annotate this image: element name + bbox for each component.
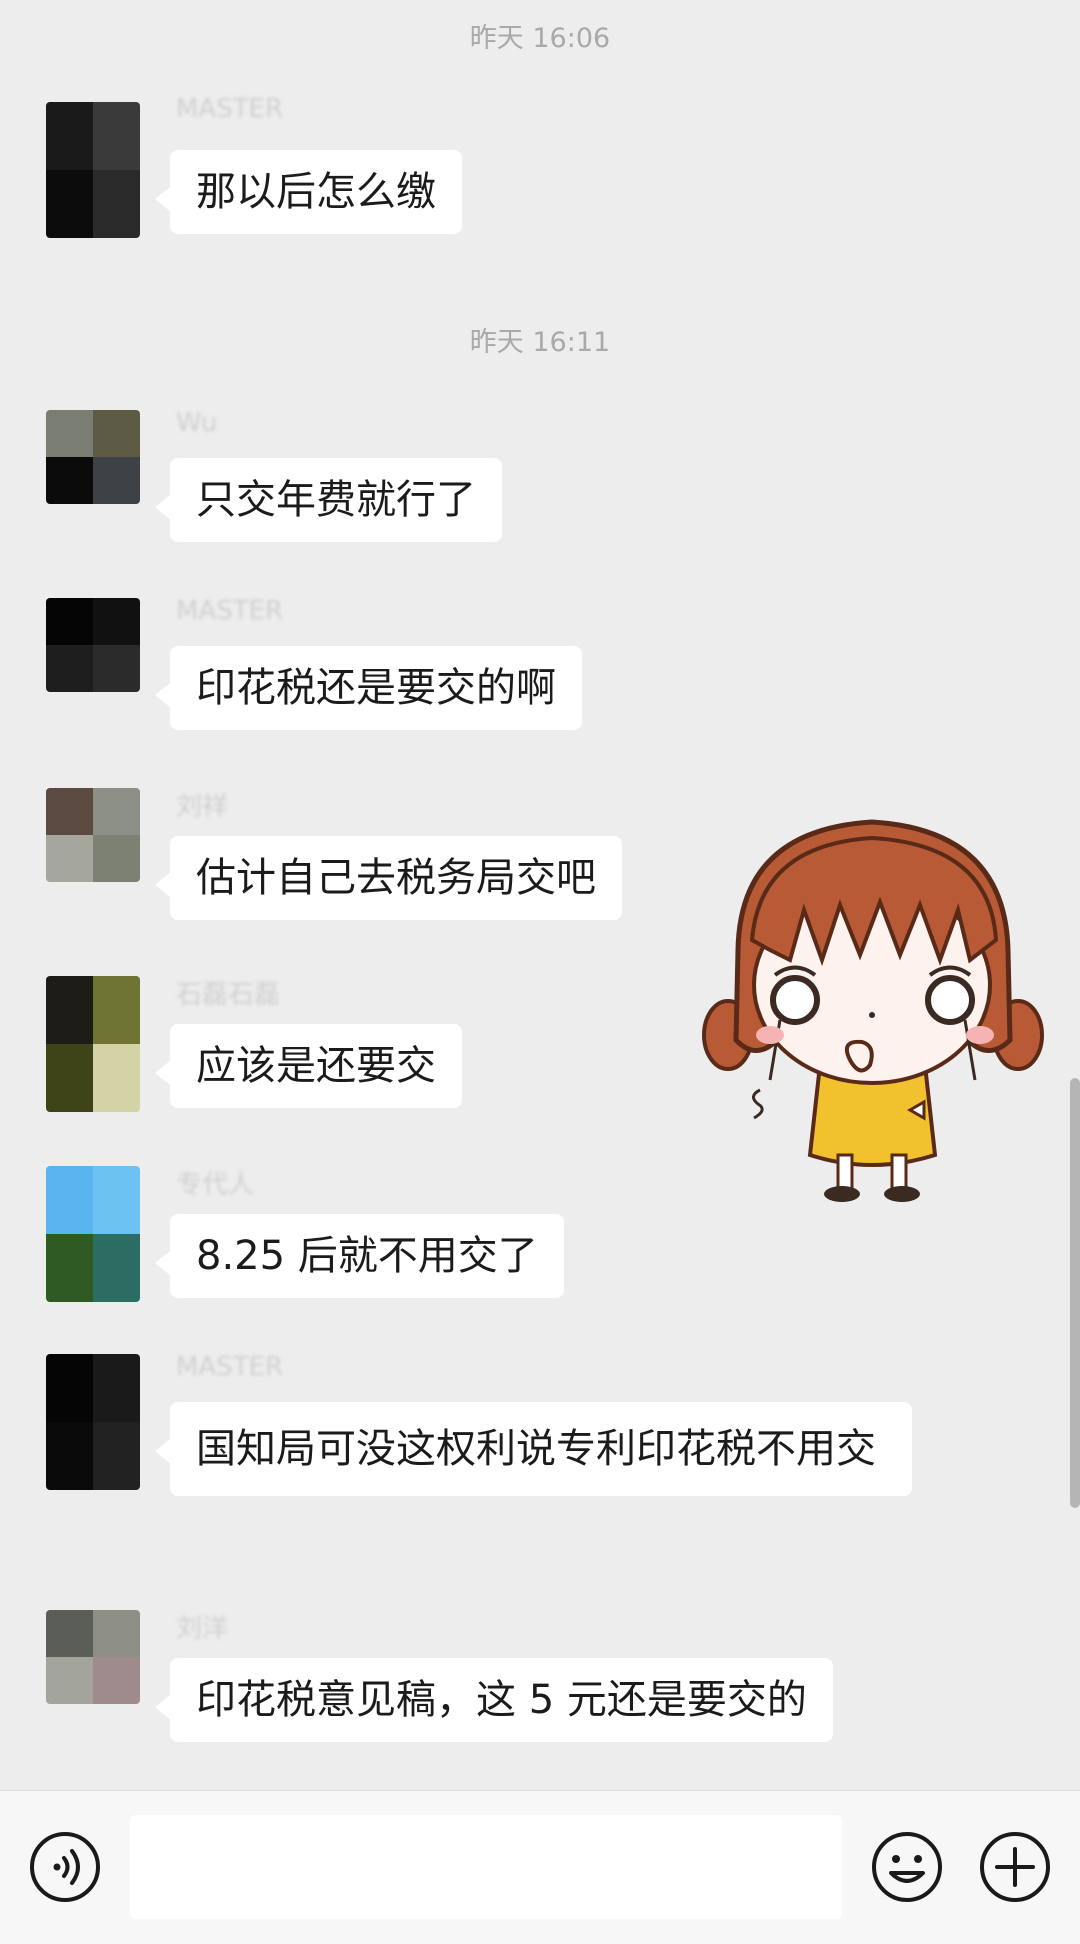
avatar-pixel <box>46 410 93 457</box>
avatar-pixel <box>93 788 140 835</box>
timestamp: 昨天 16:06 <box>469 23 611 54</box>
sender-name: 石磊石磊 <box>176 980 281 1010</box>
sender-name: Wu <box>176 408 218 438</box>
avatar-pixel <box>46 1657 93 1704</box>
message-bubble[interactable]: 那以后怎么缴 <box>155 150 462 234</box>
avatar-pixel <box>93 457 140 504</box>
emoji-icon[interactable] <box>871 1831 943 1903</box>
avatar-pixel <box>93 976 140 1044</box>
sender-name: 刘祥 <box>176 792 229 822</box>
message-bubble[interactable]: 应该是还要交 <box>155 1024 462 1108</box>
plus-icon[interactable] <box>979 1831 1051 1903</box>
avatar[interactable] <box>46 976 140 1112</box>
input-bar <box>0 1790 1080 1944</box>
avatar-pixel <box>93 410 140 457</box>
message-bubble[interactable]: 印花税意见稿，这 5 元还是要交的 <box>155 1658 833 1742</box>
sender-name: MASTER <box>176 596 284 626</box>
avatar-pixel <box>46 976 93 1044</box>
chat-area[interactable]: 昨天 16:06 MASTER 那以后怎么缴 昨天 16:11 Wu 只交年费就… <box>0 0 1080 1790</box>
avatar-pixel <box>93 835 140 882</box>
avatar[interactable] <box>46 1166 140 1302</box>
sender-name: 刘洋 <box>176 1614 229 1644</box>
avatar-pixel <box>46 170 93 238</box>
avatar-pixel <box>93 102 140 170</box>
sender-name: 专代人 <box>176 1170 255 1200</box>
scrollbar[interactable] <box>1070 1078 1080 1508</box>
avatar[interactable] <box>46 598 140 692</box>
avatar-pixel <box>46 1234 93 1302</box>
voice-icon[interactable] <box>29 1831 101 1903</box>
avatar-pixel <box>46 835 93 882</box>
avatar-pixel <box>93 1354 140 1422</box>
avatar-pixel <box>46 1354 93 1422</box>
avatar[interactable] <box>46 410 140 504</box>
crying-girl-sticker <box>702 819 1044 1202</box>
avatar-pixel <box>93 1422 140 1490</box>
avatar[interactable] <box>46 1610 140 1704</box>
message-bubble[interactable]: 8.25 后就不用交了 <box>155 1214 564 1298</box>
avatar-pixel <box>93 1166 140 1234</box>
avatar-pixel <box>46 1610 93 1657</box>
avatar-pixel <box>93 170 140 238</box>
avatar-pixel <box>46 1166 93 1234</box>
avatar-pixel <box>46 645 93 692</box>
timestamp: 昨天 16:11 <box>469 327 611 358</box>
message-bubble[interactable]: 只交年费就行了 <box>155 458 502 542</box>
avatar-pixel <box>93 1610 140 1657</box>
avatar-pixel <box>93 1044 140 1112</box>
sender-name: MASTER <box>176 1352 284 1382</box>
avatar-pixel <box>46 788 93 835</box>
avatar-pixel <box>93 1657 140 1704</box>
avatar-pixel <box>46 598 93 645</box>
message-bubble[interactable]: 国知局可没这权利说专利印花税不用交 <box>155 1402 912 1496</box>
sender-name: MASTER <box>176 94 284 124</box>
avatar[interactable] <box>46 1354 140 1490</box>
avatar-pixel <box>46 457 93 504</box>
avatar-pixel <box>93 1234 140 1302</box>
avatar[interactable] <box>46 102 140 238</box>
avatar[interactable] <box>46 788 140 882</box>
message-bubble[interactable]: 印花税还是要交的啊 <box>155 646 582 730</box>
avatar-pixel <box>46 102 93 170</box>
avatar-pixel <box>46 1044 93 1112</box>
message-input[interactable] <box>130 1815 842 1919</box>
message-bubble[interactable]: 估计自己去税务局交吧 <box>155 836 622 920</box>
avatar-pixel <box>46 1422 93 1490</box>
avatar-pixel <box>93 645 140 692</box>
avatar-pixel <box>93 598 140 645</box>
